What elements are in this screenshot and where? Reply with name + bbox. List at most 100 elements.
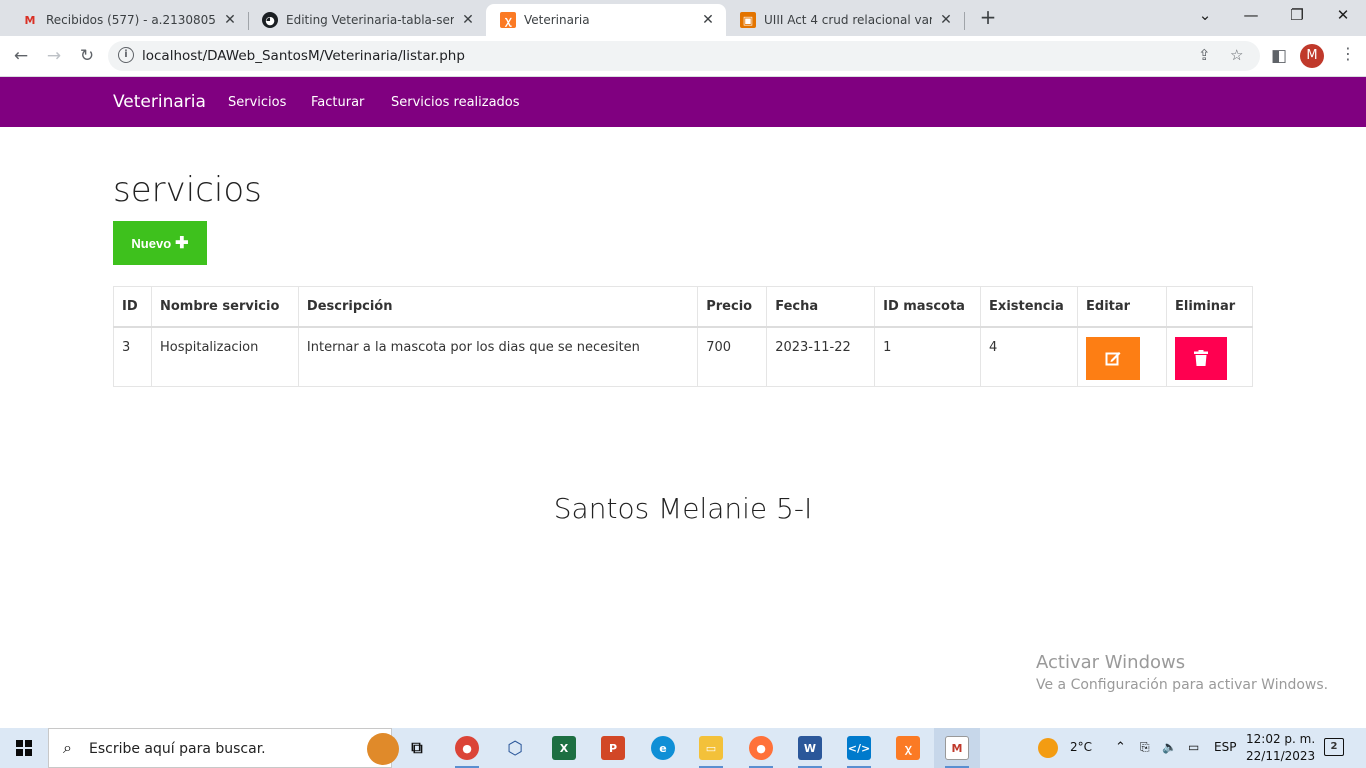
display-icon[interactable]: ▭ [1188,740,1199,754]
site-navbar: Veterinaria Servicios Facturar Servicios… [0,77,1366,127]
minimize-button[interactable]: — [1228,0,1274,32]
services-table: ID Nombre servicio Descripción Precio Fe… [113,286,1254,387]
delete-button[interactable] [1174,336,1227,380]
tab-title: Veterinaria [524,13,590,27]
start-button[interactable] [0,728,48,768]
activation-watermark-title: Activar Windows [1036,652,1186,673]
share-icon[interactable]: ⇪ [1198,46,1211,64]
col-existencia: Existencia [980,286,1079,328]
tab-search-icon[interactable]: ⌄ [1182,0,1228,32]
search-highlight-icon[interactable] [367,733,399,765]
edge-icon[interactable]: e [651,736,675,760]
gmail-icon: M [24,13,36,27]
weather-temp[interactable]: 2°C [1070,740,1092,754]
address-bar[interactable]: i localhost/DAWeb_SantosM/Veterinaria/li… [108,41,1260,71]
back-button[interactable]: ← [8,44,34,70]
chrome-icon[interactable]: ● [455,736,479,760]
browser-toolbar: ← → ↻ i localhost/DAWeb_SantosM/Veterina… [0,36,1366,77]
vscode-icon[interactable]: </> [847,736,871,760]
taskbar-clock[interactable]: 12:02 p. m. 22/11/2023 [1246,731,1315,765]
tab-classroom[interactable]: ▣ UIII Act 4 crud relacional varias t ✕ [726,4,964,36]
profile-avatar[interactable]: M [1300,44,1324,68]
nav-servicios-realizados[interactable]: Servicios realizados [391,95,520,110]
close-icon[interactable]: ✕ [222,12,238,28]
taskbar-search[interactable]: ⌕ Escribe aquí para buscar. [48,728,399,768]
close-window-button[interactable]: ✕ [1320,0,1366,32]
plus-icon: ✚ [175,235,189,252]
cell-id: 3 [113,326,152,387]
excel-icon[interactable]: X [552,736,576,760]
cell-descripcion: Internar a la mascota por los dias que s… [297,326,699,387]
tab-veterinaria[interactable]: ꭓ Veterinaria ✕ [486,4,726,36]
volume-icon[interactable]: 🔈 [1162,740,1177,754]
bookmark-star-icon[interactable]: ☆ [1230,46,1243,64]
edit-button[interactable] [1086,336,1141,380]
cell-existencia: 4 [980,326,1079,387]
col-editar: Editar [1077,286,1167,328]
virtualbox-icon[interactable]: ⬡ [503,736,527,760]
new-button[interactable]: Nuevo ✚ [113,221,207,265]
firefox-icon[interactable]: ● [749,736,773,760]
close-icon[interactable]: ✕ [700,12,716,28]
tray-chevron-icon[interactable]: ⌃ [1115,740,1126,755]
col-nombre: Nombre servicio [150,286,299,328]
url-text: localhost/DAWeb_SantosM/Veterinaria/list… [142,48,465,64]
browser-tab-strip: M Recibidos (577) - a.21308051280 ✕ ◕ Ed… [0,0,1366,36]
site-info-icon[interactable]: i [118,47,134,63]
new-button-label: Nuevo [131,235,172,251]
new-tab-button[interactable]: + [976,6,1000,30]
classroom-icon: ▣ [740,12,756,28]
restore-button[interactable]: ❐ [1274,0,1320,32]
site-brand[interactable]: Veterinaria [113,92,206,112]
search-placeholder: Escribe aquí para buscar. [89,741,266,757]
clock-time: 12:02 p. m. [1246,732,1316,746]
notepad-icon[interactable]: M [945,736,969,760]
table-row: 3 Hospitalizacion Internar a la mascota … [113,326,1254,387]
clock-date: 22/11/2023 [1246,749,1316,763]
reload-button[interactable]: ↻ [74,44,100,70]
file-explorer-icon[interactable]: ▭ [699,736,723,760]
language-indicator[interactable]: ESP [1214,740,1236,754]
network-icon[interactable]: ⎘ [1140,740,1150,755]
github-icon: ◕ [262,12,278,28]
page-title: servicios [113,170,262,210]
cell-eliminar [1165,326,1254,387]
menu-kebab-icon[interactable]: ⋮ [1340,44,1356,63]
col-descripcion: Descripción [297,286,699,328]
xampp-icon: ꭓ [500,12,516,28]
side-panel-icon[interactable]: ◧ [1266,44,1292,70]
cell-id-mascota: 1 [874,326,982,387]
tab-gmail[interactable]: M Recibidos (577) - a.21308051280 ✕ [8,4,248,36]
cell-editar [1077,326,1167,387]
weather-icon[interactable] [1038,738,1058,758]
tab-title: Editing Veterinaria-tabla-servicio [286,13,454,27]
nav-servicios[interactable]: Servicios [228,95,286,110]
col-fecha: Fecha [766,286,876,328]
close-icon[interactable]: ✕ [938,12,954,28]
col-precio: Precio [697,286,768,328]
activation-watermark-text: Ve a Configuración para activar Windows. [1036,677,1329,693]
tab-separator [964,12,965,30]
xampp-icon[interactable]: ꭓ [896,736,920,760]
cell-precio: 700 [697,326,768,387]
table-header-row: ID Nombre servicio Descripción Precio Fe… [113,286,1254,328]
windows-logo-icon [16,740,32,756]
tab-title: UIII Act 4 crud relacional varias t [764,13,932,27]
task-view-icon[interactable]: ⧉ [405,736,429,760]
edit-icon [1105,352,1121,366]
powerpoint-icon[interactable]: P [601,736,625,760]
col-id: ID [113,286,152,328]
forward-button[interactable]: → [41,44,67,70]
nav-facturar[interactable]: Facturar [311,95,364,110]
notification-icon[interactable]: 2 [1324,738,1344,756]
col-eliminar: Eliminar [1165,286,1254,328]
tab-github[interactable]: ◕ Editing Veterinaria-tabla-servicio ✕ [248,4,486,36]
footer-author: Santos Melanie 5-I [553,492,813,525]
windows-taskbar: ⌕ Escribe aquí para buscar. ⧉ ● ⬡ X P e … [0,728,1366,768]
word-icon[interactable]: W [798,736,822,760]
col-id-mascota: ID mascota [874,286,982,328]
close-icon[interactable]: ✕ [460,12,476,28]
trash-icon [1193,350,1208,366]
search-icon: ⌕ [63,738,72,757]
cell-nombre: Hospitalizacion [150,326,299,387]
